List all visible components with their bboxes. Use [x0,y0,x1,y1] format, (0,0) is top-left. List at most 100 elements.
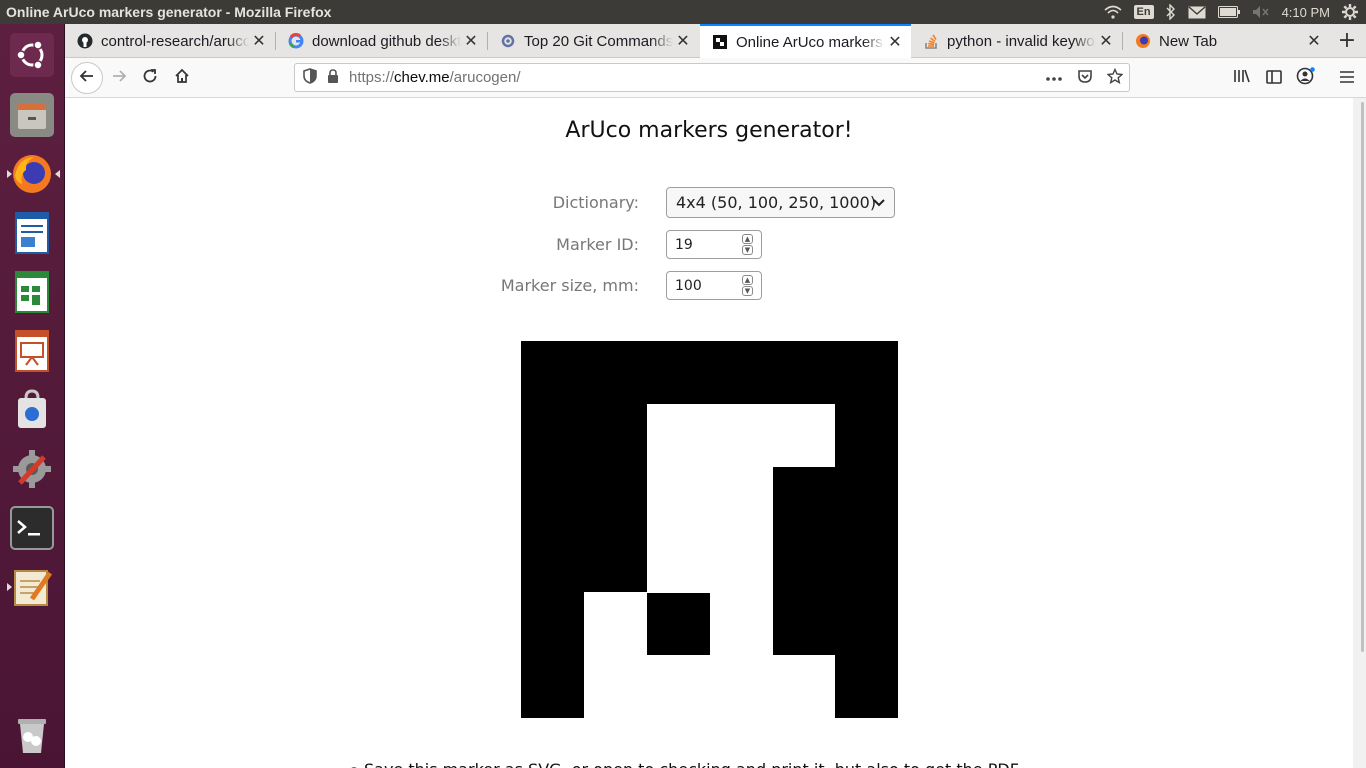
address-bar[interactable]: https://chev.me/arucogen/ [294,63,1130,92]
marker-id-input[interactable]: 19 ▲ ▼ [666,230,762,259]
file-cabinet-icon [10,93,54,137]
footer-instructions: Save this marker as SVG, or open to chec… [350,760,1019,768]
arrow-left-icon [79,68,95,88]
wifi-icon[interactable] [1103,5,1122,19]
browser-tab-strip: control-research/aruco ✕ download github… [65,24,1366,58]
marker-white-cell [709,403,773,467]
notepad-pencil-icon [10,565,54,609]
tab-git-commands[interactable]: Top 20 Git Commands ✕ [488,24,699,58]
hamburger-menu-icon [1339,69,1355,88]
marker-white-cell [646,403,710,467]
dictionary-label: Dictionary: [552,193,639,212]
battery-icon[interactable] [1217,6,1240,18]
marker-white-cell [709,592,773,656]
marker-size-input[interactable]: 100 ▲ ▼ [666,271,762,300]
marker-id-label: Marker ID: [556,235,639,254]
tab-stackoverflow[interactable]: python - invalid keyword ✕ [911,24,1122,58]
stepper-down-icon[interactable]: ▼ [742,245,753,255]
home-button[interactable] [168,64,196,92]
power-settings-icon[interactable] [1342,4,1358,20]
running-indicator [7,583,12,591]
tab-close-icon[interactable]: ✕ [249,31,269,51]
forward-button[interactable] [105,64,133,92]
cog-site-icon [500,33,516,49]
tab-google-search[interactable]: download github desktop ✕ [276,24,487,58]
settings-gear-wrench-icon [10,447,54,491]
stackoverflow-icon [923,33,939,49]
page-actions-menu-icon[interactable] [1045,69,1063,86]
browser-navigation-bar: https://chev.me/arucogen/ [65,58,1366,98]
chevron-down-icon [872,194,886,216]
writer-document-icon [10,211,54,255]
stepper-up-icon[interactable]: ▲ [742,234,753,244]
tab-github[interactable]: control-research/aruco ✕ [65,24,275,58]
tab-new-tab[interactable]: New Tab ✕ [1123,24,1330,58]
arrow-right-icon [111,68,127,88]
page-scrollbar[interactable] [1353,98,1366,768]
marker-white-cell [583,655,647,719]
trash-icon [10,713,54,757]
ubuntu-logo-icon [10,33,54,77]
keyboard-layout-indicator[interactable]: En [1133,5,1154,19]
impress-launcher[interactable] [7,326,57,376]
terminal-launcher[interactable] [7,503,57,553]
marker-white-cell [772,403,836,467]
marker-white-cell [646,655,710,719]
account-avatar-icon [1296,67,1316,89]
tab-close-icon[interactable]: ✕ [673,31,693,51]
files-launcher[interactable] [7,90,57,140]
back-button[interactable] [71,62,103,94]
aruco-icon [712,34,728,50]
tracking-shield-icon[interactable] [303,67,317,88]
pocket-icon[interactable] [1077,68,1093,88]
ubuntu-dash-button[interactable] [7,30,57,80]
marker-id-value: 19 [675,236,693,253]
volume-muted-icon[interactable] [1252,5,1270,19]
stepper-down-icon[interactable]: ▼ [742,286,753,296]
lock-icon[interactable] [327,68,339,87]
tab-close-icon[interactable]: ✕ [461,31,481,51]
marker-white-cell [709,655,773,719]
bluetooth-icon[interactable] [1166,4,1176,20]
bookmark-star-icon[interactable] [1106,67,1124,88]
library-button[interactable] [1228,64,1256,92]
writer-launcher[interactable] [7,208,57,258]
google-icon [288,33,304,49]
marker-size-stepper[interactable]: ▲ ▼ [742,275,753,296]
mail-icon[interactable] [1188,5,1206,19]
sidebar-button[interactable] [1260,64,1288,92]
text-editor-launcher[interactable] [7,562,57,612]
tab-close-icon[interactable]: ✕ [1096,31,1116,51]
tab-label: Online ArUco markers [736,33,883,51]
menu-button[interactable] [1333,64,1361,92]
scrollbar-thumb[interactable] [1361,102,1364,652]
library-icon [1233,68,1251,88]
url-text[interactable]: https://chev.me/arucogen/ [349,69,521,86]
marker-size-label: Marker size, mm: [500,276,639,295]
tab-close-icon[interactable]: ✕ [885,32,905,52]
tab-aruco-generator[interactable]: Online ArUco markers ✕ [700,24,911,58]
system-top-bar: Online ArUco markers generator - Mozilla… [0,0,1366,24]
reload-icon [142,68,158,88]
presentation-icon [10,329,54,373]
shopping-bag-icon [10,388,54,432]
reload-button[interactable] [136,64,164,92]
software-center-launcher[interactable] [7,385,57,435]
marker-white-cell [646,529,710,593]
system-tray: En 4:10 PM [1103,4,1366,20]
home-icon [174,68,190,88]
tab-close-icon[interactable]: ✕ [1304,31,1324,51]
github-icon [77,33,93,49]
window-title: Online ArUco markers generator - Mozilla… [6,4,332,20]
dictionary-select[interactable]: 4x4 (50, 100, 250, 1000) [666,187,895,218]
stepper-up-icon[interactable]: ▲ [742,275,753,285]
firefox-launcher[interactable] [7,149,60,199]
system-settings-launcher[interactable] [7,444,57,494]
new-tab-plus-icon[interactable]: + [1334,28,1360,53]
trash-launcher[interactable] [7,710,57,760]
calc-launcher[interactable] [7,267,57,317]
clock[interactable]: 4:10 PM [1282,5,1330,20]
tab-label: control-research/aruco [101,32,249,50]
marker-id-stepper[interactable]: ▲ ▼ [742,234,753,255]
account-button[interactable] [1292,64,1320,92]
